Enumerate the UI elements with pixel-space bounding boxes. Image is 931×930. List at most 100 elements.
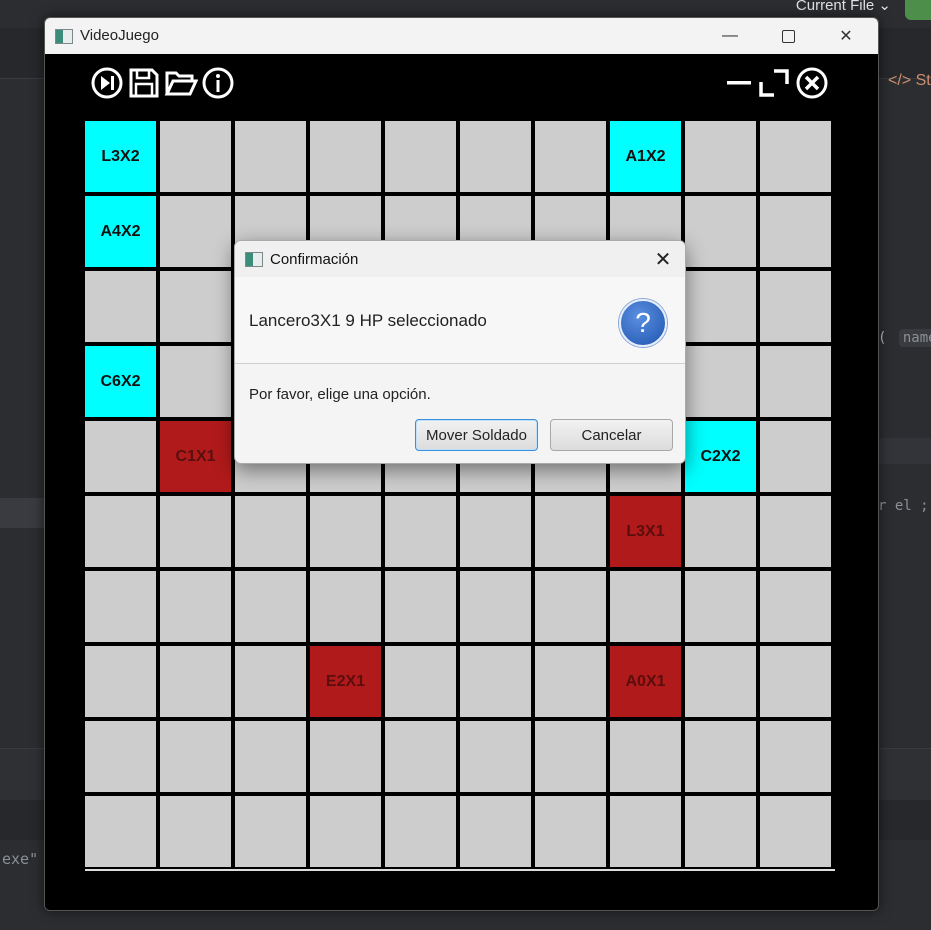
board-cell[interactable] — [385, 496, 456, 567]
move-soldier-button[interactable]: Mover Soldado — [415, 419, 538, 451]
board-cell[interactable] — [535, 721, 606, 792]
board-cell[interactable] — [85, 571, 156, 642]
editor-tab[interactable]: </> St — [888, 72, 931, 90]
board-cell-unit[interactable]: E2X1 — [310, 646, 381, 717]
board-cell[interactable] — [460, 496, 531, 567]
board-edge — [85, 869, 835, 871]
board-cell[interactable] — [685, 721, 756, 792]
board-cell[interactable] — [760, 496, 831, 567]
board-cell[interactable] — [160, 796, 231, 867]
board-cell[interactable] — [235, 121, 306, 192]
board-cell[interactable] — [160, 646, 231, 717]
dialog-app-icon — [245, 252, 263, 267]
board-cell-unit[interactable]: C2X2 — [685, 421, 756, 492]
board-cell[interactable] — [235, 646, 306, 717]
window-close-button[interactable]: ✕ — [817, 18, 875, 54]
skip-forward-icon[interactable] — [90, 66, 124, 100]
board-cell[interactable] — [535, 796, 606, 867]
board-cell[interactable] — [460, 646, 531, 717]
app-window: VideoJuego — ✕ L3X2 A1X2 A4X2 C6X2 C1X1 C2X2 L… — [44, 17, 879, 911]
window-titlebar[interactable]: VideoJuego — ✕ — [45, 18, 878, 54]
board-cell[interactable] — [685, 346, 756, 417]
board-cell[interactable] — [385, 646, 456, 717]
board-cell[interactable] — [685, 496, 756, 567]
board-cell[interactable] — [760, 121, 831, 192]
board-cell[interactable] — [685, 646, 756, 717]
board-cell[interactable] — [760, 196, 831, 267]
board-cell[interactable] — [160, 721, 231, 792]
dialog-titlebar[interactable]: Confirmación ✕ — [235, 241, 685, 277]
current-file-selector[interactable]: Current File ⌄ — [796, 0, 891, 14]
board-cell[interactable] — [310, 571, 381, 642]
board-cell-unit[interactable]: A0X1 — [610, 646, 681, 717]
board-cell[interactable] — [760, 646, 831, 717]
board-cell[interactable] — [85, 421, 156, 492]
board-cell[interactable] — [160, 496, 231, 567]
board-cell[interactable] — [160, 121, 231, 192]
board-cell[interactable] — [535, 646, 606, 717]
cancel-button[interactable]: Cancelar — [550, 419, 673, 451]
board-cell[interactable] — [610, 571, 681, 642]
code-highlight — [878, 438, 931, 464]
confirmation-dialog: Confirmación ✕ Lancero3X1 9 HP seleccion… — [234, 240, 686, 464]
board-cell[interactable] — [235, 796, 306, 867]
board-cell[interactable] — [235, 721, 306, 792]
board-cell[interactable] — [385, 121, 456, 192]
board-cell[interactable] — [535, 496, 606, 567]
maximize-icon[interactable] — [757, 66, 791, 100]
board-cell[interactable] — [85, 646, 156, 717]
board-cell[interactable] — [160, 196, 231, 267]
board-cell-unit[interactable]: L3X2 — [85, 121, 156, 192]
code-line: r el ; — [878, 498, 929, 514]
board-cell[interactable] — [760, 796, 831, 867]
board-cell[interactable] — [460, 571, 531, 642]
board-cell[interactable] — [385, 796, 456, 867]
folder-open-icon[interactable] — [164, 66, 199, 100]
board-cell[interactable] — [460, 721, 531, 792]
save-icon[interactable] — [127, 66, 161, 100]
board-cell-unit[interactable]: A1X2 — [610, 121, 681, 192]
board-cell[interactable] — [760, 271, 831, 342]
run-button[interactable] — [905, 0, 931, 20]
board-cell[interactable] — [760, 721, 831, 792]
info-icon[interactable] — [201, 66, 235, 100]
window-minimize-button[interactable]: — — [701, 18, 759, 54]
close-circle-icon[interactable] — [795, 66, 829, 100]
board-cell[interactable] — [385, 571, 456, 642]
board-cell[interactable] — [85, 721, 156, 792]
board-cell[interactable] — [235, 571, 306, 642]
board-cell[interactable] — [535, 571, 606, 642]
board-cell[interactable] — [760, 346, 831, 417]
minimize-icon[interactable] — [723, 66, 757, 100]
window-maximize-button[interactable] — [759, 18, 817, 54]
board-cell[interactable] — [85, 271, 156, 342]
board-cell[interactable] — [85, 496, 156, 567]
board-cell[interactable] — [160, 346, 231, 417]
board-cell-unit[interactable]: A4X2 — [85, 196, 156, 267]
board-cell[interactable] — [535, 121, 606, 192]
board-cell[interactable] — [760, 571, 831, 642]
board-cell-unit[interactable]: C1X1 — [160, 421, 231, 492]
board-cell[interactable] — [610, 721, 681, 792]
board-cell[interactable] — [685, 571, 756, 642]
board-cell[interactable] — [310, 121, 381, 192]
board-cell[interactable] — [160, 271, 231, 342]
board-cell-unit[interactable]: C6X2 — [85, 346, 156, 417]
board-cell[interactable] — [460, 121, 531, 192]
board-cell[interactable] — [610, 796, 681, 867]
board-cell[interactable] — [685, 196, 756, 267]
board-cell[interactable] — [460, 796, 531, 867]
board-cell[interactable] — [85, 796, 156, 867]
board-cell[interactable] — [685, 121, 756, 192]
dialog-close-button[interactable]: ✕ — [647, 245, 679, 273]
board-cell-unit[interactable]: L3X1 — [610, 496, 681, 567]
board-cell[interactable] — [685, 271, 756, 342]
board-cell[interactable] — [385, 721, 456, 792]
board-cell[interactable] — [310, 721, 381, 792]
board-cell[interactable] — [235, 496, 306, 567]
board-cell[interactable] — [760, 421, 831, 492]
board-cell[interactable] — [310, 496, 381, 567]
board-cell[interactable] — [685, 796, 756, 867]
board-cell[interactable] — [310, 796, 381, 867]
board-cell[interactable] — [160, 571, 231, 642]
